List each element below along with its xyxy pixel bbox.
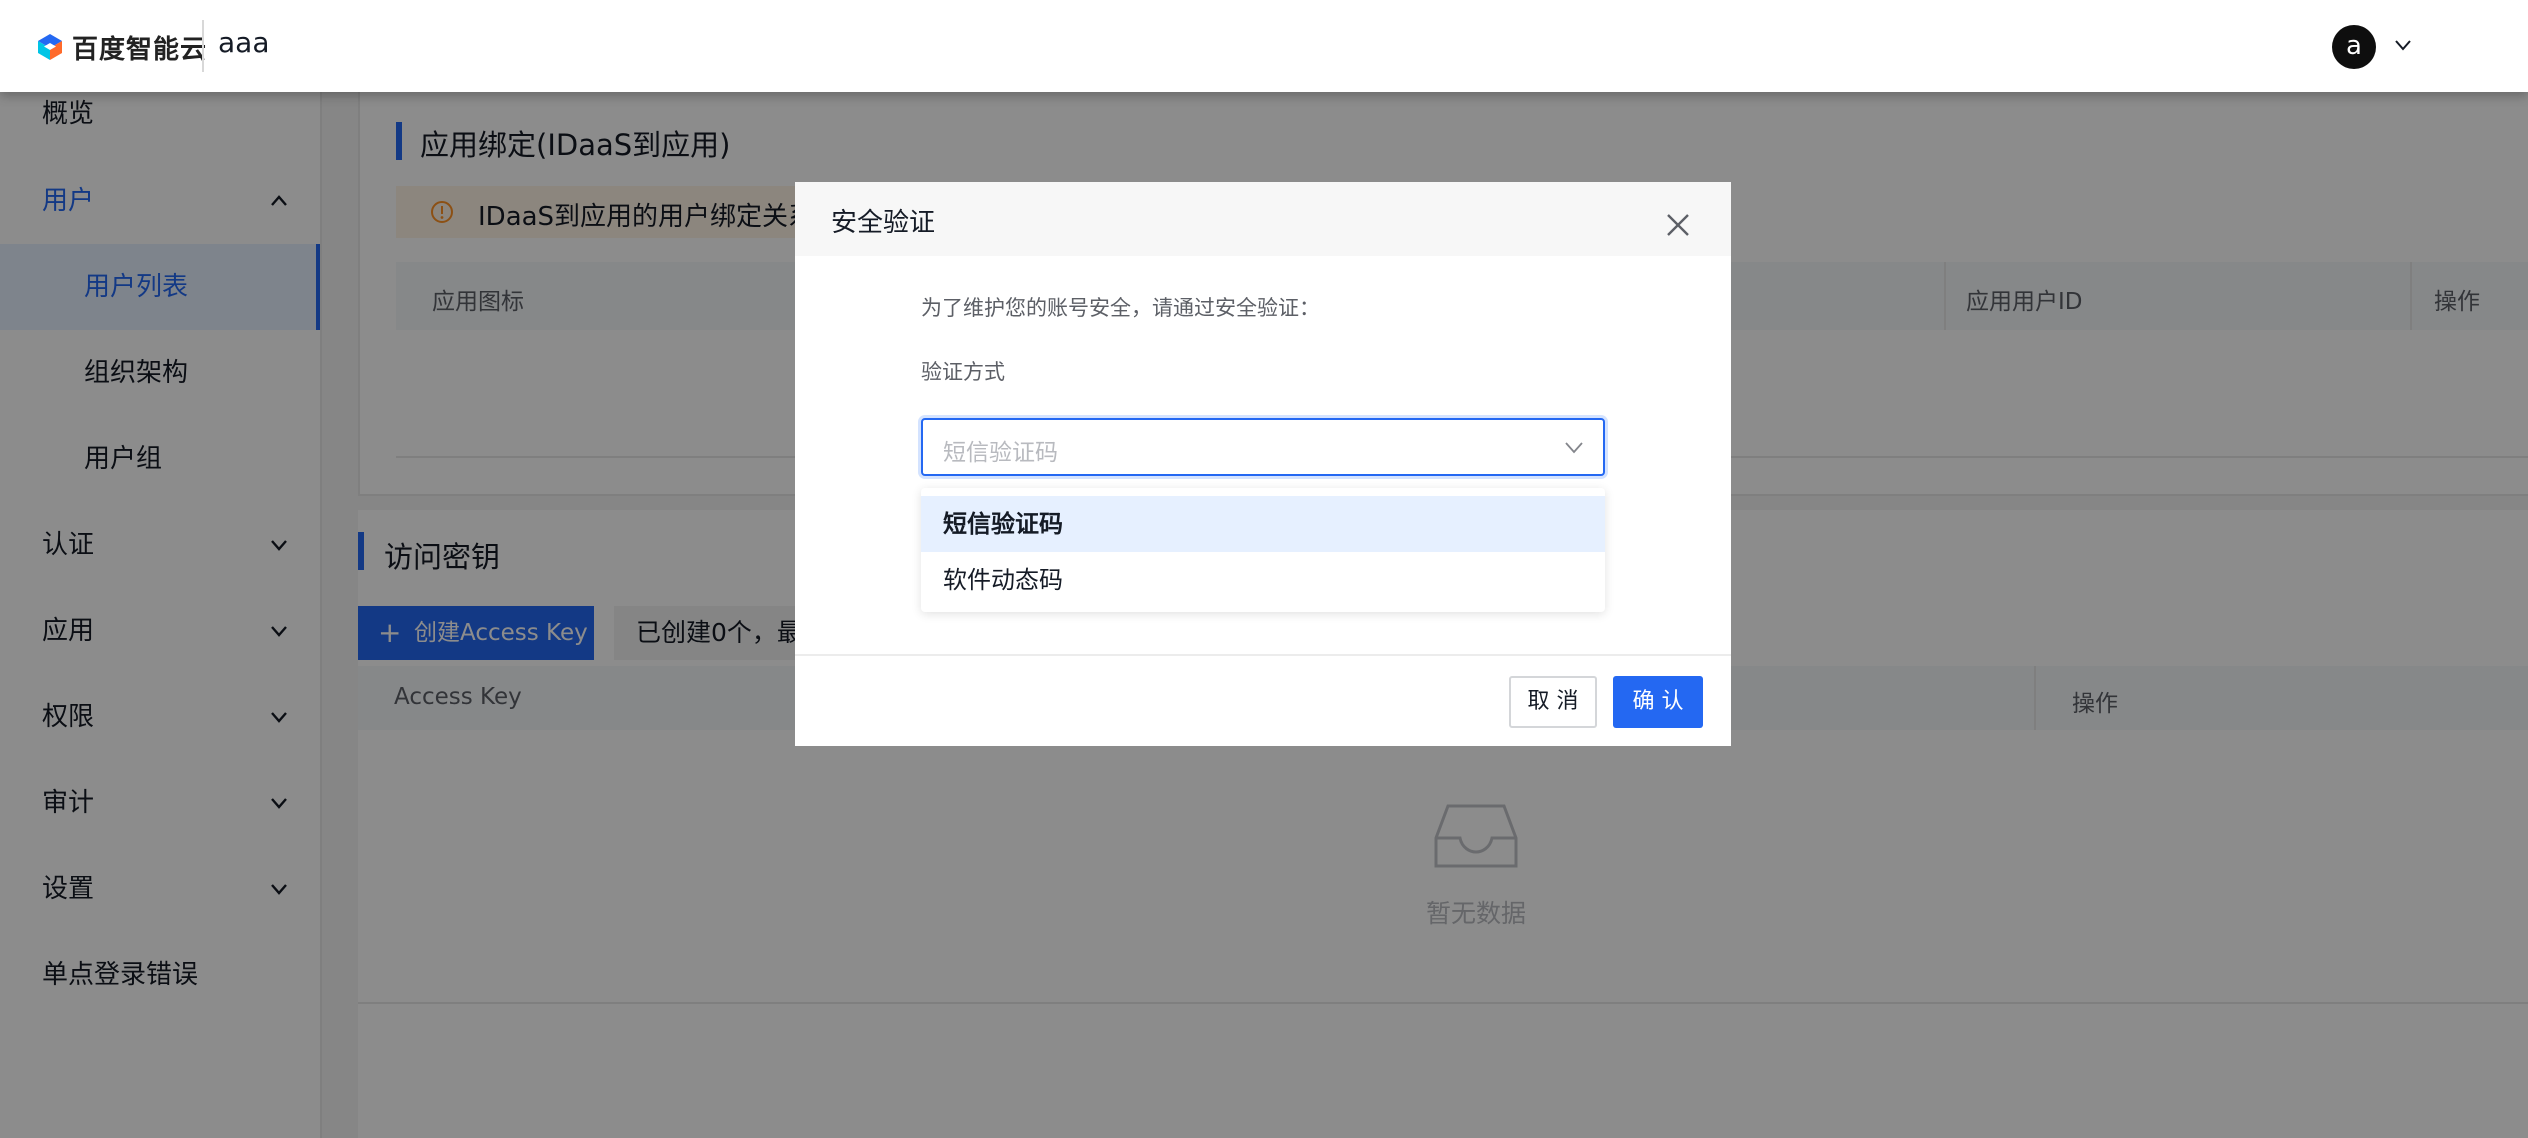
top-header: 百度智能云 aaa a [0, 0, 2528, 92]
cancel-button[interactable]: 取 消 [1509, 676, 1597, 728]
verification-method-label: 验证方式 [921, 360, 1005, 384]
verification-method-dropdown: 短信验证码 软件动态码 [921, 488, 1605, 612]
header-divider [202, 20, 204, 72]
baidu-cloud-logo-icon [38, 34, 62, 60]
brand-logo[interactable]: 百度智能云 [36, 30, 208, 65]
brand-name: 百度智能云 [72, 34, 208, 65]
chevron-down-icon [1565, 442, 1583, 454]
dialog-description: 为了维护您的账号安全，请通过安全验证： [921, 296, 1320, 320]
security-verification-dialog: 安全验证 为了维护您的账号安全，请通过安全验证： 验证方式 短信验证码 短信验证… [795, 182, 1731, 746]
verification-method-select[interactable]: 短信验证码 [921, 418, 1605, 476]
dropdown-option-software-otp[interactable]: 软件动态码 [921, 552, 1605, 608]
dropdown-option-sms-code[interactable]: 短信验证码 [921, 496, 1605, 552]
confirm-button[interactable]: 确 认 [1613, 676, 1703, 728]
select-placeholder: 短信验证码 [943, 440, 1058, 466]
close-icon[interactable] [1665, 212, 1691, 238]
tenant-name: aaa [218, 26, 270, 59]
user-avatar[interactable]: a [2332, 25, 2376, 69]
dialog-title: 安全验证 [831, 208, 936, 238]
dialog-footer-divider [795, 654, 1731, 656]
dialog-header [795, 182, 1731, 256]
chevron-down-icon[interactable] [2392, 34, 2414, 56]
